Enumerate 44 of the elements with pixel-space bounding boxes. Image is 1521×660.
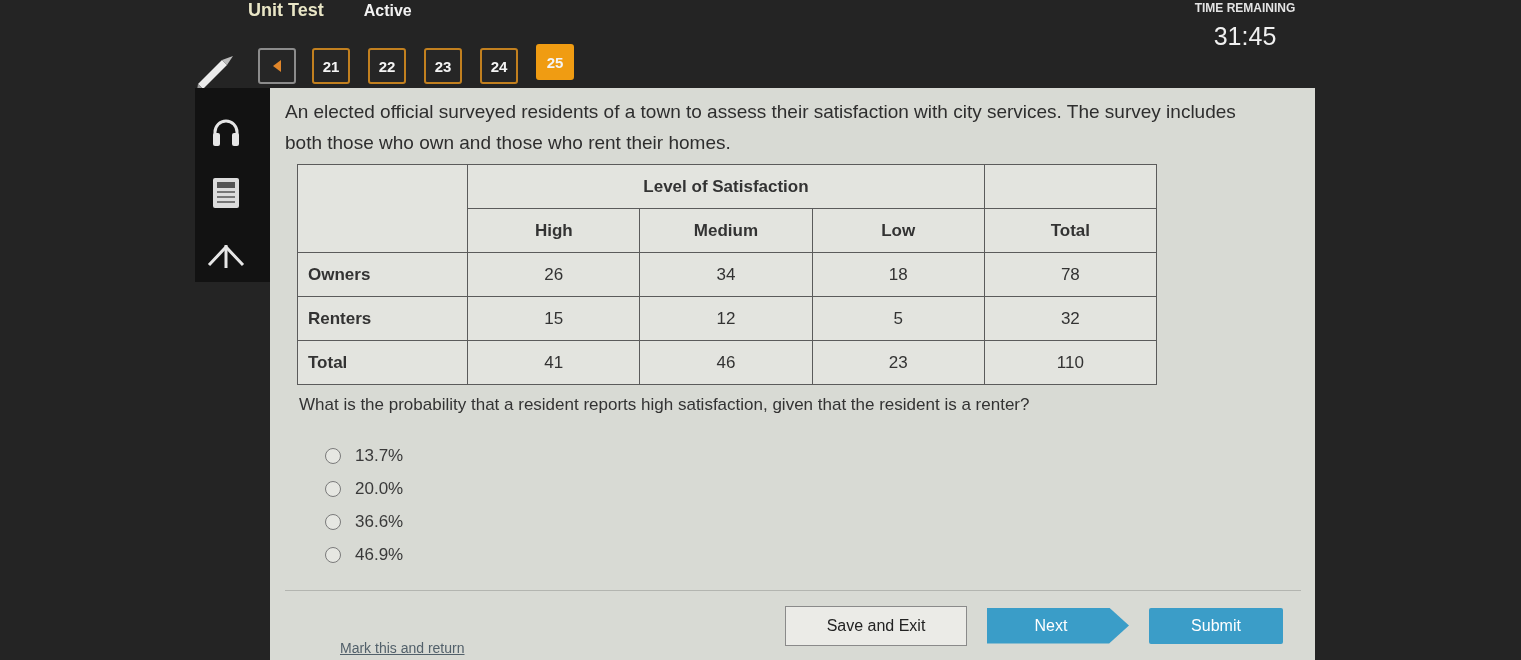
table-cell: 41 — [467, 340, 640, 385]
table-cell: 5 — [812, 296, 985, 341]
calculator-icon[interactable] — [212, 178, 239, 208]
question-prompt: What is the probability that a resident reports high satisfaction, given that the resident is a renter? — [299, 395, 1031, 415]
row-header: Renters — [297, 296, 468, 341]
save-and-exit-button[interactable]: Save and Exit — [785, 605, 967, 646]
table-cell: 26 — [467, 252, 640, 297]
previous-button[interactable] — [258, 48, 296, 84]
question-number-button[interactable]: 23 — [424, 48, 462, 84]
column-group-header: Level of Satisfaction — [467, 164, 985, 209]
question-number-button[interactable]: 22 — [368, 48, 406, 84]
table-cell: 23 — [812, 340, 985, 385]
table-cell: 110 — [984, 340, 1157, 385]
question-number-button[interactable]: 24 — [480, 48, 518, 84]
table-cell: 15 — [467, 296, 640, 341]
pencil-icon[interactable] — [195, 54, 235, 90]
table-cell: 12 — [639, 296, 813, 341]
answer-option-label[interactable]: 20.0% — [355, 478, 404, 499]
table-cell: 32 — [984, 296, 1157, 341]
column-header: High — [467, 208, 640, 253]
answer-option-label[interactable]: 13.7% — [355, 445, 404, 466]
row-header: Owners — [297, 252, 468, 297]
table-cell: 34 — [639, 252, 813, 297]
radio-button[interactable] — [325, 546, 341, 563]
mark-and-return-link[interactable]: Mark this and return — [340, 640, 465, 656]
column-header: Low — [812, 208, 985, 253]
answer-option-label[interactable]: 36.6% — [355, 511, 404, 532]
table-cell: 18 — [812, 252, 985, 297]
status-label: Active — [363, 1, 412, 20]
answer-option-label[interactable]: 46.9% — [355, 544, 404, 565]
column-header: Total — [984, 208, 1157, 253]
radio-button[interactable] — [325, 480, 341, 497]
column-header: Medium — [639, 208, 813, 253]
table-cell: 78 — [984, 252, 1157, 297]
timer-value: 31:45 — [1213, 22, 1277, 51]
radio-button[interactable] — [325, 513, 341, 530]
timer-label: TIME REMAINING — [1194, 1, 1296, 15]
left-triangle-icon — [273, 60, 281, 72]
radio-button[interactable] — [325, 447, 341, 464]
question-number-button[interactable]: 21 — [312, 48, 350, 84]
row-header: Total — [297, 340, 468, 385]
question-text: An elected official surveyed residents of a town to assess their satisfaction with city services. The survey includes both those who own and those who rent their homes. — [285, 100, 1237, 155]
table-cell: 46 — [639, 340, 813, 385]
test-title: Unit Test — [248, 0, 324, 21]
